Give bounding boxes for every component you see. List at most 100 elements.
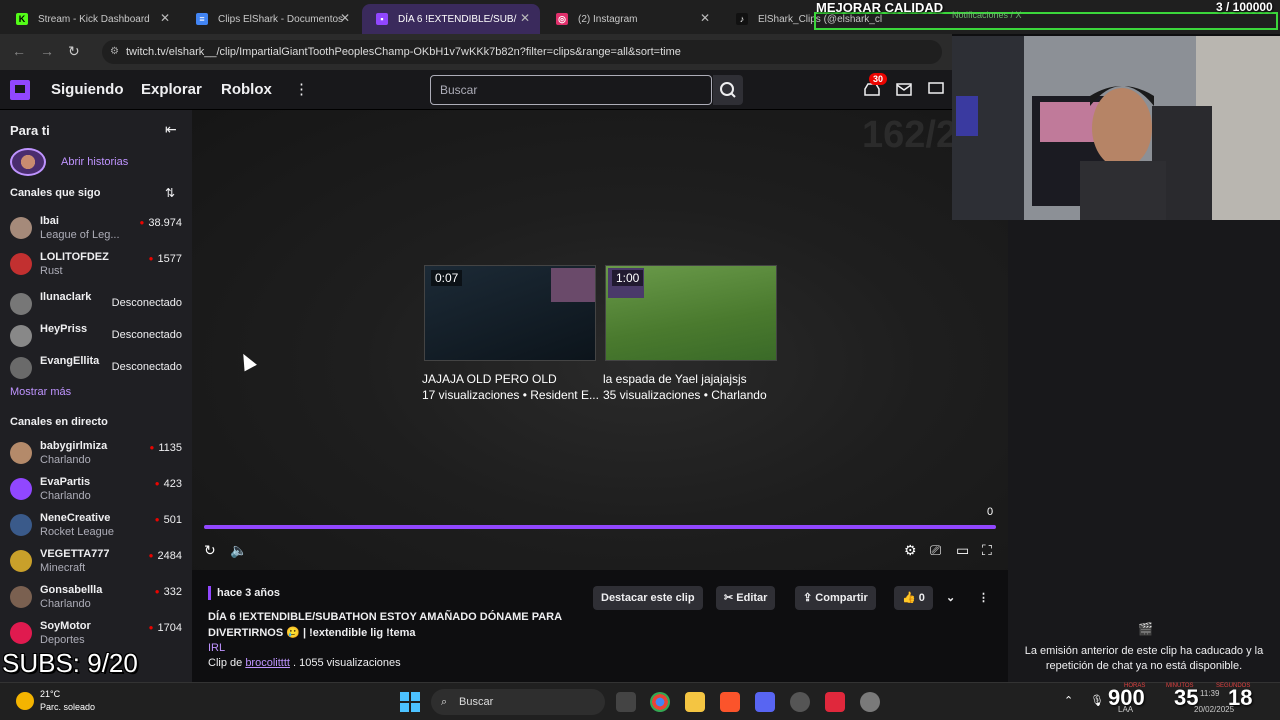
viewer-count: 501 bbox=[155, 514, 182, 526]
progress-label: 0 bbox=[987, 506, 994, 518]
sidebar-channel-ibai[interactable]: Ibai League of Leg... 38.974 bbox=[0, 215, 192, 249]
sidebar-channel-vegetta777[interactable]: VEGETTA777 Minecraft 2484 bbox=[0, 548, 192, 582]
share-button[interactable]: ⇪ Compartir bbox=[795, 586, 876, 610]
clip-author-line: Clip de brocolitttt . 1055 visualizacion… bbox=[208, 657, 401, 669]
tab-kick[interactable]: K Stream - Kick Dashboard ✕ bbox=[2, 4, 180, 34]
nav-explore[interactable]: Explorar bbox=[141, 81, 202, 98]
open-stories-link[interactable]: Abrir historias bbox=[61, 156, 128, 168]
highlight-clip-button[interactable]: Destacar este clip bbox=[593, 586, 703, 610]
settings-app-icon[interactable] bbox=[860, 692, 880, 712]
settings-icon[interactable]: ⚙ bbox=[904, 542, 917, 559]
recommended-clip-thumbnail[interactable]: 1:00 bbox=[605, 265, 777, 361]
close-icon[interactable]: ✕ bbox=[520, 11, 530, 25]
tab-twitch[interactable]: ▪ DÍA 6 !EXTENDIBLE/SUB/✕ bbox=[362, 4, 540, 34]
back-icon[interactable]: ← bbox=[12, 43, 26, 59]
weather-icon[interactable] bbox=[16, 692, 34, 710]
close-icon[interactable]: ✕ bbox=[340, 11, 350, 25]
more-options-icon[interactable]: ⋮ bbox=[970, 586, 997, 610]
close-icon[interactable]: ✕ bbox=[160, 11, 170, 25]
show-more-link[interactable]: Mostrar más bbox=[10, 386, 71, 398]
docs-icon: ≡ bbox=[196, 13, 208, 25]
streaming-app-icon[interactable] bbox=[825, 692, 845, 712]
viewer-count: 423 bbox=[155, 478, 182, 490]
recommended-clip-title[interactable]: la espada de Yael jajajajsjs bbox=[603, 372, 747, 386]
scissors-icon: ✂ bbox=[724, 592, 737, 604]
inbox-icon[interactable] bbox=[896, 82, 912, 96]
recommended-clip-meta: 17 visualizaciones • Resident E... bbox=[422, 388, 599, 402]
offline-status: Desconectado bbox=[111, 297, 182, 309]
clip-info: hace 3 años DÍA 6 !EXTENDIBLE/SUBATHON E… bbox=[192, 570, 1008, 682]
tiktok-icon: ♪ bbox=[736, 13, 748, 25]
recommended-clip-meta: 35 visualizaciones • Charlando bbox=[603, 388, 767, 402]
recommended-clip-title[interactable]: JAJAJA OLD PERO OLD bbox=[422, 372, 557, 386]
language-indicator[interactable]: LAA bbox=[1118, 705, 1133, 714]
streamer-cam-thumbnail bbox=[551, 268, 595, 302]
avatar bbox=[10, 253, 32, 275]
search-input[interactable]: Buscar bbox=[430, 75, 712, 105]
video-player[interactable]: 162/2 0:07 JAJAJA OLD PERO OLD 17 visual… bbox=[192, 110, 1008, 570]
url-field[interactable]: ⚙ twitch.tv/elshark__/clip/ImpartialGiant… bbox=[102, 40, 942, 64]
chat-panel: 🎬 La emisión anterior de este clip ha ca… bbox=[1008, 220, 1280, 682]
windows-taskbar: 21°C Parc. soleado ⌕ Buscar ⌃ 🎙 HORAS MIN… bbox=[0, 682, 1280, 720]
system-time[interactable]: 11:39 bbox=[1200, 689, 1219, 698]
brave-icon[interactable] bbox=[720, 692, 740, 712]
sidebar-channel-evangellita[interactable]: EvangEllita Desconectado bbox=[0, 355, 192, 389]
stories-avatar[interactable] bbox=[10, 148, 46, 176]
sidebar-channel-lolitofdez[interactable]: LOLITOFDEZ Rust 1577 bbox=[0, 251, 192, 285]
task-view-icon[interactable] bbox=[616, 692, 636, 712]
theatre-mode-icon[interactable]: ▭ bbox=[956, 542, 969, 559]
cast-icon[interactable]: ⎚ bbox=[930, 542, 941, 559]
reload-icon[interactable]: ↻ bbox=[68, 43, 80, 60]
windows-start-icon[interactable] bbox=[400, 692, 420, 712]
more-menu-icon[interactable]: ⋮ bbox=[294, 80, 309, 98]
sidebar-channel-gonsabellla[interactable]: Gonsabellla Charlando 332 bbox=[0, 584, 192, 618]
kick-icon: K bbox=[16, 13, 28, 25]
category-link[interactable]: IRL bbox=[208, 642, 225, 654]
overlay-title: MEJORAR CALIDAD bbox=[816, 0, 944, 15]
microphone-icon[interactable]: 🎙 bbox=[1090, 694, 1104, 707]
system-date[interactable]: 20/02/2025 bbox=[1194, 705, 1234, 714]
close-icon[interactable]: ✕ bbox=[700, 11, 710, 25]
player-overlay-text: 162/2 bbox=[862, 114, 958, 156]
address-bar: ← → ↻ ⚙ twitch.tv/elshark__/clip/Impartia… bbox=[0, 34, 952, 70]
accent-bar bbox=[208, 586, 211, 600]
followed-channels-header: Canales que sigo bbox=[10, 187, 101, 199]
volume-icon[interactable]: 🔈 bbox=[230, 542, 247, 559]
app-icon[interactable] bbox=[755, 692, 775, 712]
sidebar-channel-nenecreative[interactable]: NeneCreative Rocket League 501 bbox=[0, 512, 192, 546]
sort-icon[interactable]: ⇅ bbox=[165, 186, 175, 200]
tab-docs[interactable]: ≡ Clips ElShark - Documentos ✕ bbox=[182, 4, 360, 34]
collapse-sidebar-icon[interactable]: ⇤ bbox=[165, 121, 177, 138]
replay-icon[interactable]: ↻ bbox=[204, 542, 216, 559]
twitch-logo-icon[interactable] bbox=[10, 80, 30, 100]
like-button[interactable]: 👍 0 bbox=[894, 586, 933, 610]
nav-roblox[interactable]: Roblox bbox=[221, 81, 272, 98]
site-info-icon[interactable]: ⚙ bbox=[110, 40, 119, 64]
whispers-icon[interactable] bbox=[928, 82, 944, 96]
forward-icon[interactable]: → bbox=[40, 43, 54, 59]
recommended-clip-thumbnail[interactable]: 0:07 bbox=[424, 265, 596, 361]
sidebar-channel-heypriss[interactable]: HeyPriss Desconectado bbox=[0, 323, 192, 357]
obs-icon[interactable] bbox=[790, 692, 810, 712]
search-button[interactable] bbox=[713, 75, 743, 105]
seek-bar[interactable] bbox=[204, 525, 996, 529]
avatar bbox=[10, 478, 32, 500]
tab-instagram[interactable]: ◎ (2) Instagram ✕ bbox=[542, 4, 720, 34]
chevron-down-icon[interactable]: ⌄ bbox=[938, 586, 963, 610]
clip-duration: 1:00 bbox=[612, 270, 644, 286]
edit-button[interactable]: ✂ Editar bbox=[716, 586, 776, 610]
offline-status: Desconectado bbox=[111, 329, 182, 341]
sidebar-channel-babygirlmiza[interactable]: babygirlmiza Charlando 1135 bbox=[0, 440, 192, 474]
file-explorer-icon[interactable] bbox=[685, 692, 705, 712]
clip-title: DÍA 6 !EXTENDIBLE/SUBATHON ESTOY AMAÑADO… bbox=[208, 611, 562, 639]
sidebar-channel-evapartis[interactable]: EvaPartis Charlando 423 bbox=[0, 476, 192, 510]
sidebar-channel-ilunaclark[interactable]: Iluna­clark Desconectado bbox=[0, 291, 192, 325]
nav-following[interactable]: Siguiendo bbox=[51, 81, 124, 98]
taskbar-search[interactable]: ⌕ Buscar bbox=[431, 689, 605, 715]
twitch-icon: ▪ bbox=[376, 13, 388, 25]
fullscreen-icon[interactable]: ⛶ bbox=[982, 542, 992, 559]
tray-overflow-icon[interactable]: ⌃ bbox=[1064, 694, 1073, 707]
avatar bbox=[10, 217, 32, 239]
chrome-icon[interactable] bbox=[650, 692, 670, 712]
clip-author-link[interactable]: brocolitttt bbox=[245, 657, 290, 669]
